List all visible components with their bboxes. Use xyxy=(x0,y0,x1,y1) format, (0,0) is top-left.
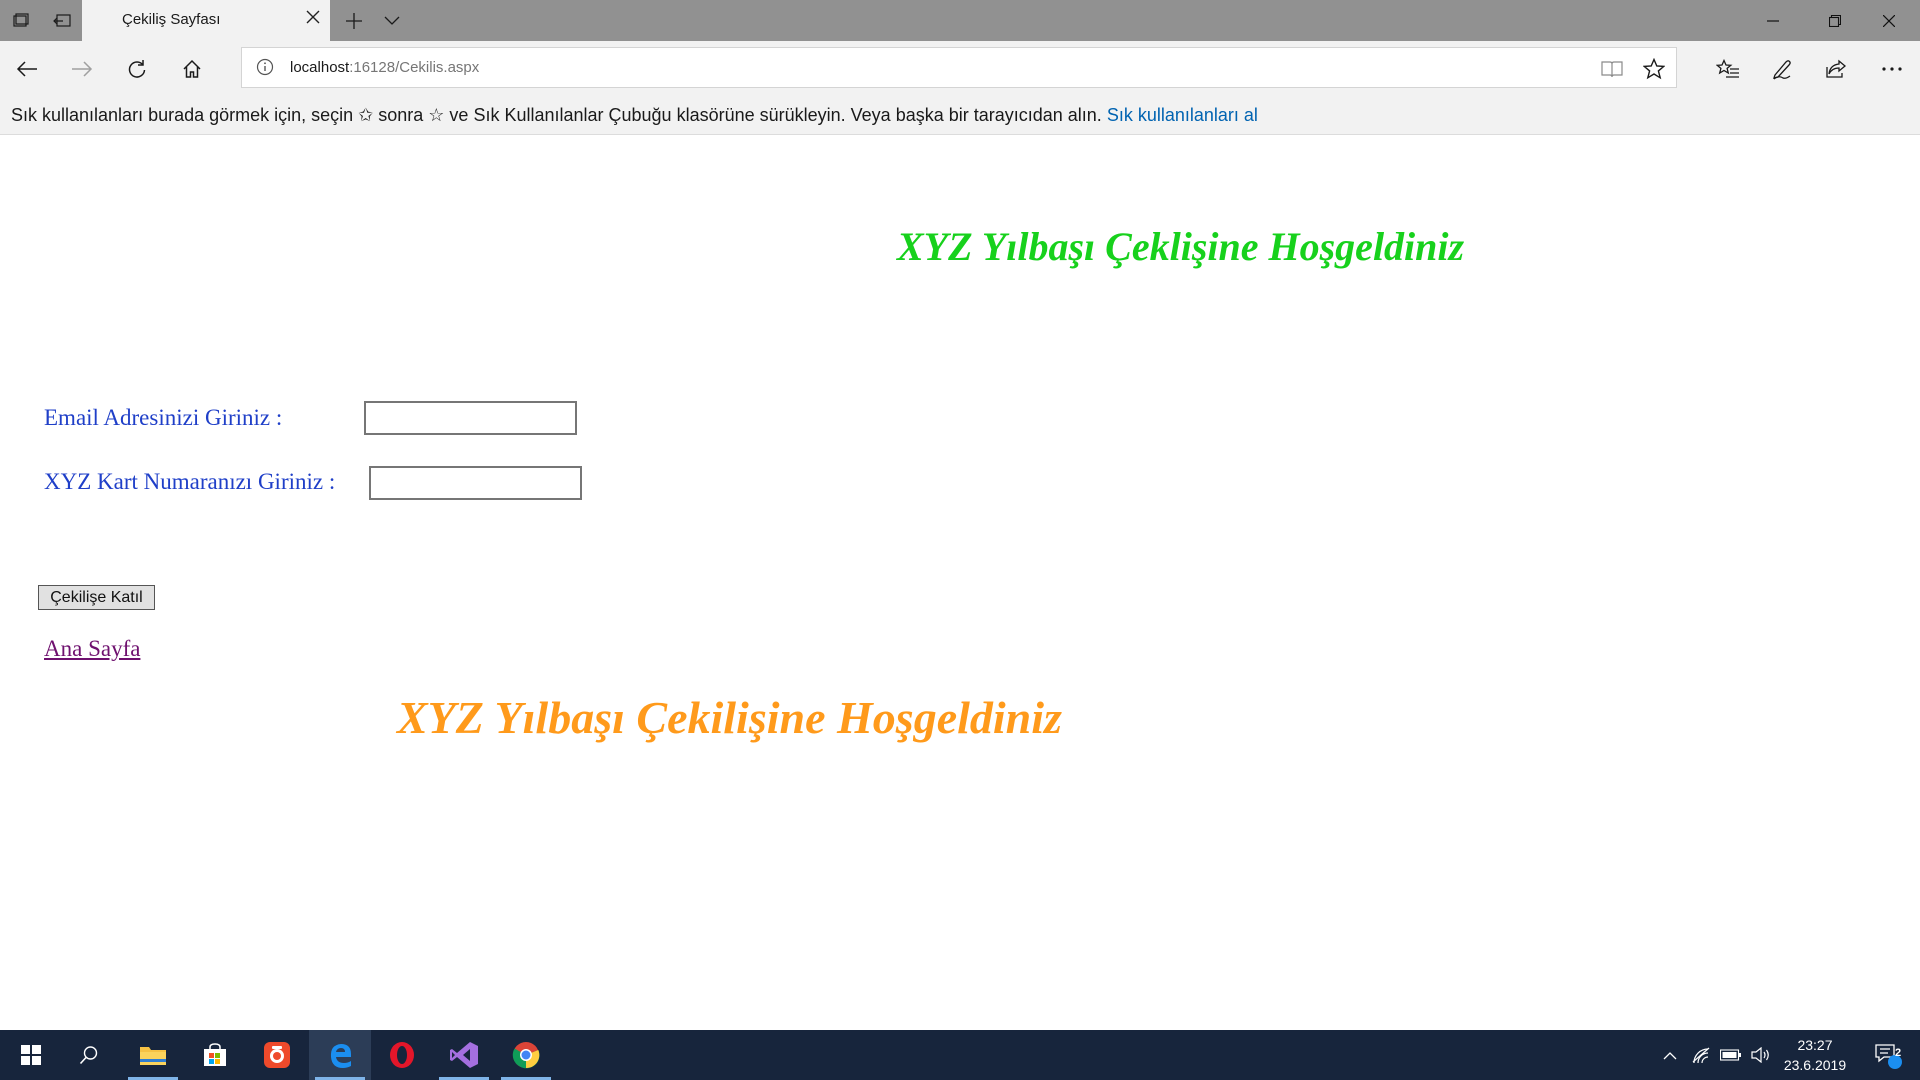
taskbar-edge[interactable] xyxy=(309,1030,371,1080)
favorites-hub-icon[interactable] xyxy=(1701,41,1755,96)
join-draw-button[interactable]: Çekilişe Katıl xyxy=(38,585,155,610)
system-clock[interactable]: 23:27 23.6.2019 xyxy=(1770,1035,1860,1075)
clock-time: 23:27 xyxy=(1797,1037,1833,1053)
taskbar-chrome[interactable] xyxy=(495,1030,557,1080)
search-icon xyxy=(79,1046,98,1065)
edge-icon xyxy=(330,1044,351,1068)
welcome-heading-bottom: XYZ Yılbaşı Çekilişine Hoşgeldiniz xyxy=(397,692,1062,743)
restore-button[interactable] xyxy=(1804,0,1866,41)
taskbar-file-explorer[interactable] xyxy=(122,1030,184,1080)
action-center-button[interactable]: 2 xyxy=(1862,1030,1914,1080)
home-button[interactable] xyxy=(165,41,219,96)
chrome-icon xyxy=(512,1042,540,1069)
welcome-heading-top: XYZ Yılbaşı Çeklişine Hoşgeldiniz xyxy=(897,224,1465,269)
refresh-button[interactable] xyxy=(110,41,164,96)
chevron-up-icon xyxy=(1663,1051,1677,1059)
wifi-icon xyxy=(1692,1047,1710,1064)
network-tray-button[interactable] xyxy=(1688,1030,1714,1080)
add-favorite-star-icon[interactable] xyxy=(1642,57,1666,81)
clock-date: 23.6.2019 xyxy=(1783,1057,1847,1073)
back-button[interactable] xyxy=(0,41,54,96)
address-text: localhost:16128/Cekilis.aspx xyxy=(290,59,479,76)
favorites-star-glyph: ✩ xyxy=(358,105,374,125)
tab-set-aside-icon[interactable] xyxy=(0,0,41,41)
site-info-icon[interactable] xyxy=(256,58,274,76)
opera-icon xyxy=(390,1042,414,1068)
taskbar-visual-studio[interactable] xyxy=(433,1030,495,1080)
address-host: localhost xyxy=(290,59,350,76)
more-menu-icon[interactable] xyxy=(1865,41,1919,96)
battery-icon xyxy=(1720,1049,1741,1061)
start-button[interactable] xyxy=(0,1030,62,1080)
notification-count: 2 xyxy=(1894,1047,1902,1059)
title-bar: Çekiliş Sayfası xyxy=(0,0,1920,41)
new-tab-button[interactable] xyxy=(336,0,372,41)
file-explorer-icon xyxy=(140,1047,166,1065)
navigation-bar: localhost:16128/Cekilis.aspx xyxy=(0,41,1920,96)
close-window-button[interactable] xyxy=(1858,0,1920,41)
favorites-bar: Sık kullanılanları burada görmek için, s… xyxy=(0,96,1920,135)
favorites-hint-text-1: Sık kullanılanları burada görmek için, s… xyxy=(11,105,359,125)
taskbar-photo-app[interactable] xyxy=(246,1030,308,1080)
minimize-button[interactable] xyxy=(1742,0,1804,41)
favorites-hint-text-2: sonra ☆ ve Sık Kullanılanlar Çubuğu klas… xyxy=(373,105,1107,125)
tab-cekilis[interactable]: Çekiliş Sayfası xyxy=(82,0,330,41)
tabs-aside-icon[interactable] xyxy=(41,0,82,41)
home-page-link[interactable]: Ana Sayfa xyxy=(44,636,140,662)
search-button[interactable] xyxy=(58,1030,120,1080)
email-label: Email Adresinizi Giriniz : xyxy=(44,405,283,430)
page-content: XYZ Yılbaşı Çeklişine Hoşgeldiniz Email … xyxy=(0,135,1920,1030)
reading-view-icon[interactable] xyxy=(1600,57,1624,81)
speaker-icon xyxy=(1751,1047,1769,1063)
forward-button[interactable] xyxy=(55,41,109,96)
favorites-bar-message: Sık kullanılanları burada görmek için, s… xyxy=(11,105,1258,126)
taskbar-opera[interactable] xyxy=(371,1030,433,1080)
card-number-label: XYZ Kart Numaranızı Giriniz : xyxy=(44,469,336,494)
address-bar[interactable]: localhost:16128/Cekilis.aspx xyxy=(241,47,1677,88)
address-path: :16128/Cekilis.aspx xyxy=(349,59,480,76)
tab-title: Çekiliş Sayfası xyxy=(122,11,221,28)
taskbar: 23:27 23.6.2019 2 xyxy=(0,1030,1920,1080)
camera-app-icon xyxy=(264,1042,290,1068)
show-hidden-icons-button[interactable] xyxy=(1658,1030,1682,1080)
email-input[interactable] xyxy=(364,401,577,435)
windows-logo-icon xyxy=(21,1045,41,1065)
close-tab-icon[interactable] xyxy=(306,9,320,29)
taskbar-store[interactable] xyxy=(184,1030,246,1080)
battery-tray-button[interactable] xyxy=(1718,1030,1744,1080)
card-number-input[interactable] xyxy=(369,466,582,500)
import-favorites-link[interactable]: Sık kullanılanları al xyxy=(1107,105,1258,125)
share-icon[interactable] xyxy=(1809,41,1863,96)
tab-list-chevron-icon[interactable] xyxy=(374,0,410,41)
visual-studio-icon xyxy=(450,1042,478,1068)
store-icon xyxy=(204,1043,226,1066)
add-notes-pen-icon[interactable] xyxy=(1755,41,1809,96)
